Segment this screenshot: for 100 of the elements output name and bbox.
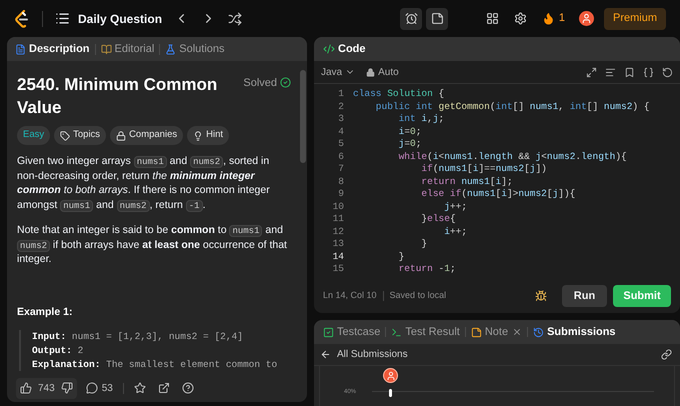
panel-tab[interactable]: Description: [15, 40, 90, 58]
mode-label: Auto: [378, 66, 399, 80]
code-icon: [323, 43, 335, 55]
example-line: Input: nums1 = [1,2,3], nums2 = [2,4]: [32, 330, 244, 344]
cursor-position: Ln 14, Col 10: [323, 289, 377, 302]
alarm-button[interactable]: [400, 8, 422, 30]
line-number: 2: [337, 100, 344, 113]
page-title: Daily Question: [78, 10, 162, 28]
terminal-icon: [391, 326, 402, 338]
code-line: i++;: [443, 226, 468, 238]
check-circle-icon: [280, 77, 291, 88]
panel-tab[interactable]: Editorial: [100, 40, 154, 58]
line-number: 15: [332, 263, 344, 276]
code-line: while(i<nums1.length && j<nums2.length){: [398, 150, 628, 163]
description-paragraph: Given two integer arrays nums1 and nums2 , sorted in non-decreasing order, return the minimum integer common to both arrays. If there is no common integer amongst nums1 and nums2 , return -1 .: [17, 154, 271, 212]
line-number: 5: [337, 138, 344, 150]
code-line: return nums1[i];: [420, 176, 514, 188]
grid-icon[interactable]: [486, 12, 499, 25]
line-number: 8: [337, 176, 344, 188]
format-icon[interactable]: [605, 66, 616, 78]
comment-count: 53: [102, 382, 113, 396]
note-button[interactable]: [426, 8, 448, 30]
line-number: 3: [337, 113, 344, 126]
panel-tab[interactable]: Solutions: [165, 40, 225, 58]
language-dropdown[interactable]: Java: [321, 64, 356, 80]
braces-icon[interactable]: [643, 66, 654, 78]
star-icon[interactable]: [134, 382, 146, 394]
code-line: i=0;: [398, 126, 422, 138]
difficulty-badge[interactable]: Easy: [17, 126, 50, 145]
line-number: 4: [337, 126, 344, 138]
code-line: }else{: [420, 213, 457, 226]
avatar: [383, 368, 398, 383]
link-icon[interactable]: [661, 349, 672, 360]
bug-icon[interactable]: [535, 290, 547, 302]
line-number: 11: [332, 213, 344, 226]
description-paragraph: Note that an integer is said to be common to nums1 and nums2 if both arrays have at least one occurrence of that integer.: [17, 223, 288, 266]
close-icon[interactable]: [512, 327, 522, 337]
checkbox-icon: [323, 326, 334, 338]
code-line: class Solution {: [353, 88, 446, 100]
premium-button[interactable]: Premium: [604, 8, 666, 30]
code-line: }: [420, 238, 428, 250]
help-icon[interactable]: [182, 382, 194, 394]
all-submissions-link[interactable]: All Submissions: [337, 347, 408, 362]
back-arrow-icon[interactable]: [320, 349, 331, 360]
code-line: j++;: [443, 200, 468, 213]
tag-button[interactable]: Topics: [54, 126, 106, 145]
panel-tab[interactable]: Test Result: [391, 324, 460, 340]
note-icon: [430, 12, 444, 25]
expand-icon[interactable]: [586, 66, 597, 78]
note-icon: [470, 326, 482, 338]
alarm-clock-icon: [404, 12, 418, 25]
reset-icon[interactable]: [662, 66, 673, 78]
code-line: j=0;: [398, 138, 422, 150]
panel-tab[interactable]: Submissions: [533, 324, 616, 340]
list-icon[interactable]: [55, 11, 70, 26]
line-number: 6: [337, 150, 344, 163]
thumbs-up-icon[interactable]: [20, 382, 32, 394]
line-number: 13: [332, 238, 344, 250]
settings-icon[interactable]: [514, 12, 527, 25]
avatar[interactable]: [578, 11, 594, 26]
shuffle-icon[interactable]: [228, 12, 242, 26]
history-icon: [533, 326, 544, 338]
example-line: Explanation: The smallest element common to: [32, 358, 278, 372]
panel-title: Code: [338, 42, 366, 57]
line-number: 7: [337, 163, 344, 176]
marker-bar: [389, 389, 392, 397]
streak-count: 1: [558, 11, 565, 26]
example-heading: Example 1:: [17, 304, 74, 320]
document-icon: [15, 44, 26, 54]
flask-icon: [165, 44, 176, 54]
code-line: }: [398, 250, 406, 263]
lock-icon: [116, 130, 126, 140]
code-line: if(nums1[i]==nums2[j]): [420, 163, 548, 176]
example-line: Output: 2: [32, 344, 84, 358]
tag-button[interactable]: Hint: [187, 126, 230, 145]
tag-button[interactable]: Companies: [110, 126, 184, 145]
bookmark-icon[interactable]: [624, 66, 635, 78]
thumbs-down-icon[interactable]: [60, 382, 73, 394]
code-line: int i,j;: [398, 113, 446, 126]
tag-icon: [60, 130, 70, 140]
line-number: 10: [332, 200, 344, 213]
panel-tab[interactable]: Note: [470, 324, 508, 340]
line-number: 14: [332, 250, 344, 263]
line-number: 1: [337, 88, 344, 100]
logo-icon[interactable]: [14, 10, 30, 28]
like-count: 743: [38, 382, 55, 396]
line-number: 9: [337, 188, 344, 200]
share-icon[interactable]: [158, 382, 170, 394]
solved-status: Solved: [243, 76, 277, 91]
lock-icon: [366, 68, 376, 76]
code-line: return -1;: [398, 263, 457, 276]
code-line: public int getCommon(int[] nums1, int[] nums2) {: [374, 100, 650, 113]
flame-icon: [542, 12, 555, 25]
save-status: Saved to local: [390, 289, 446, 302]
panel-tab[interactable]: Testcase: [323, 324, 380, 340]
code-line: else if(nums1[i]>nums2[j]){: [420, 188, 576, 200]
comment-icon[interactable]: [86, 382, 98, 394]
lightbulb-icon: [193, 130, 204, 140]
run-button[interactable]: Run: [562, 285, 607, 307]
book-icon: [100, 44, 112, 54]
